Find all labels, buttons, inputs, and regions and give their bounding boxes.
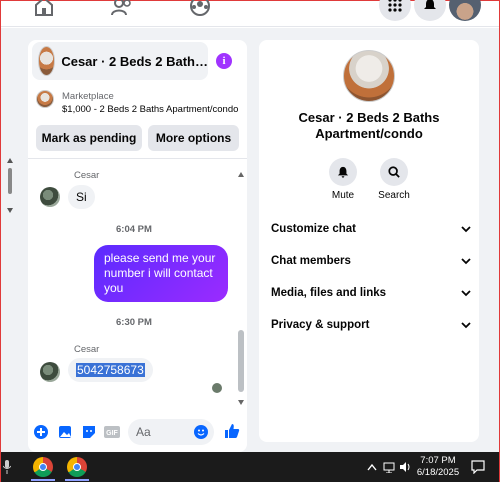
outgoing-message[interactable]: please send me your number i will contac…: [94, 245, 228, 302]
section-customize-chat[interactable]: Customize chat: [271, 219, 471, 239]
photo-icon[interactable]: [58, 425, 72, 439]
section-chat-members[interactable]: Chat members: [271, 251, 471, 271]
plus-circle-icon[interactable]: [34, 425, 48, 439]
gif-icon[interactable]: GIF: [104, 425, 120, 439]
home-icon[interactable]: [33, 0, 55, 17]
top-navigation: [1, 0, 499, 27]
friends-icon[interactable]: [111, 0, 133, 17]
groups-icon[interactable]: [189, 0, 211, 17]
message-list: Cesar Si 6:04 PM please send me your num…: [28, 160, 247, 412]
timestamp: 6:30 PM: [116, 317, 152, 328]
section-privacy-support[interactable]: Privacy & support: [271, 315, 471, 335]
chat-window: Cesar · 2 Beds 2 Bath… i Marketplace $1,…: [28, 40, 247, 452]
listing-description: $1,000 - 2 Beds 2 Baths Apartment/condo: [62, 104, 239, 115]
listing-small-thumbnail: [36, 90, 54, 108]
clock-date: 6/18/2025: [416, 467, 460, 478]
chat-header[interactable]: Cesar · 2 Beds 2 Bath…: [32, 42, 208, 80]
mute-label: Mute: [331, 190, 355, 201]
svg-text:GIF: GIF: [106, 430, 118, 437]
message-input[interactable]: Aa: [128, 419, 214, 445]
conversation-title: Cesar · 2 Beds 2 Baths Apartment/condo: [298, 110, 440, 141]
divider: [28, 158, 247, 159]
network-icon[interactable]: [383, 461, 395, 473]
section-label: Chat members: [271, 255, 351, 267]
avatar: [40, 187, 60, 207]
more-options-button[interactable]: More options: [148, 125, 239, 151]
clock-time: 7:07 PM: [420, 455, 456, 466]
sender-name: Cesar: [74, 344, 100, 355]
info-icon[interactable]: i: [216, 53, 232, 69]
incoming-message[interactable]: 5042758673: [68, 358, 153, 382]
chrome-icon[interactable]: [33, 457, 53, 477]
incoming-message[interactable]: Si: [68, 185, 95, 209]
chevron-down-icon: [461, 322, 471, 329]
notification-center-icon[interactable]: [471, 460, 485, 474]
seen-indicator: [212, 383, 222, 393]
message-input-placeholder: Aa: [136, 425, 151, 439]
taskbar: 7:07 PM 6/18/2025: [1, 452, 499, 482]
page-scrollbar[interactable]: [7, 158, 13, 218]
avatar: [40, 362, 60, 382]
chevron-down-icon: [461, 290, 471, 297]
chat-scrollbar[interactable]: [238, 172, 244, 408]
selected-phone-number[interactable]: 5042758673: [76, 363, 145, 377]
listing-source: Marketplace: [62, 91, 114, 102]
mark-as-pending-button[interactable]: Mark as pending: [36, 125, 142, 151]
sticker-icon[interactable]: [82, 425, 96, 439]
timestamp: 6:04 PM: [116, 224, 152, 235]
chevron-down-icon: [461, 258, 471, 265]
bell-icon: [337, 166, 349, 178]
active-indicator: [31, 479, 55, 481]
chevron-up-icon[interactable]: [367, 463, 377, 471]
search-icon: [388, 166, 400, 178]
notifications-icon: [424, 0, 436, 9]
chevron-down-icon: [461, 226, 471, 233]
listing-photo: [343, 50, 395, 102]
search-button[interactable]: Search: [374, 158, 414, 201]
profile-avatar[interactable]: [449, 0, 481, 21]
search-label: Search: [378, 190, 410, 201]
section-label: Media, files and links: [271, 287, 387, 299]
listing-thumbnail: [38, 46, 56, 76]
menu-grid-button[interactable]: [379, 0, 411, 21]
sender-name: Cesar: [74, 170, 100, 181]
section-label: Privacy & support: [271, 319, 370, 331]
section-label: Customize chat: [271, 223, 356, 235]
main-content: Cesar · 2 Beds 2 Bath… i Marketplace $1,…: [1, 28, 499, 452]
menu-grid-icon: [388, 0, 402, 12]
listing-summary[interactable]: Marketplace $1,000 - 2 Beds 2 Baths Apar…: [36, 90, 238, 116]
section-media-files-links[interactable]: Media, files and links: [271, 283, 471, 303]
system-clock[interactable]: 7:07 PM 6/18/2025: [413, 455, 463, 479]
notifications-button[interactable]: [414, 0, 446, 21]
volume-icon[interactable]: [399, 461, 411, 473]
thumbs-up-icon[interactable]: [224, 423, 240, 439]
mute-button[interactable]: Mute: [323, 158, 363, 201]
microphone-icon[interactable]: [3, 460, 11, 474]
message-composer: GIF Aa: [28, 416, 247, 448]
chat-title: Cesar · 2 Beds 2 Bath…: [61, 53, 208, 69]
conversation-info-panel: Cesar · 2 Beds 2 Baths Apartment/condo M…: [259, 40, 479, 442]
chrome-profile-icon[interactable]: [67, 457, 87, 477]
active-indicator: [65, 479, 89, 481]
emoji-icon[interactable]: [194, 425, 208, 439]
